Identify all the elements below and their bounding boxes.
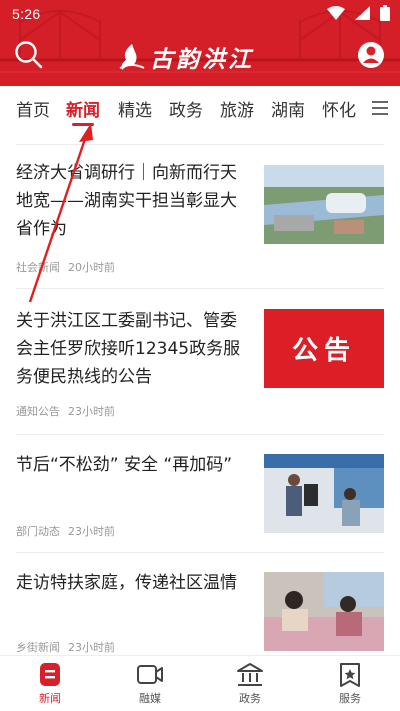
- nav-item-news[interactable]: 新闻: [20, 662, 80, 706]
- news-time: 23小时前: [68, 405, 115, 418]
- news-time: 23小时前: [68, 525, 115, 538]
- news-meta: 通知公告 23小时前: [16, 403, 115, 419]
- service-star-icon: [340, 663, 360, 687]
- logo-mark-icon: [119, 44, 145, 70]
- tab-home[interactable]: 首页: [16, 96, 50, 121]
- list-item[interactable]: 关于洪江区工委副书记、管委会主任罗欣接听12345政务服务便民热线的公告 通知公…: [16, 288, 384, 434]
- tab-government[interactable]: 政务: [169, 96, 203, 121]
- government-building-icon: [237, 663, 263, 686]
- tab-featured[interactable]: 精选: [118, 96, 152, 121]
- news-thumbnail-image[interactable]: [264, 165, 384, 244]
- category-tabs: 首页 新闻 精选 政务 旅游 湖南 怀化: [0, 86, 400, 132]
- nav-item-media[interactable]: 融媒: [120, 662, 180, 706]
- battery-icon: [380, 5, 390, 21]
- news-category: 社会新闻: [16, 261, 60, 274]
- news-category: 乡街新闻: [16, 641, 60, 654]
- app-header: 5:26 古韵洪江: [0, 0, 400, 86]
- list-item[interactable]: 节后“不松劲” 安全 “再加码” 部门动态 23小时前: [16, 434, 384, 552]
- news-category: 部门动态: [16, 525, 60, 538]
- news-meta: 社会新闻 20小时前: [16, 259, 115, 275]
- news-time: 20小时前: [68, 261, 115, 274]
- video-camera-icon: [137, 665, 163, 684]
- news-icon: [40, 663, 60, 686]
- signal-icon: [355, 6, 370, 20]
- tab-huaihua[interactable]: 怀化: [322, 96, 356, 121]
- nav-label: 新闻: [39, 692, 61, 705]
- active-tab-indicator: [72, 123, 94, 126]
- menu-lines-icon[interactable]: [372, 101, 388, 115]
- notice-thumbnail[interactable]: 公告: [264, 309, 384, 388]
- wifi-icon: [327, 6, 345, 20]
- news-meta: 乡街新闻 23小时前: [16, 639, 115, 655]
- news-title[interactable]: 关于洪江区工委副书记、管委会主任罗欣接听12345政务服务便民热线的公告: [16, 307, 248, 391]
- bottom-navigation: 新闻 融媒 政务 服务: [0, 655, 400, 711]
- app-logo: 古韵洪江: [118, 40, 288, 74]
- nav-item-service[interactable]: 服务: [320, 662, 380, 706]
- list-item[interactable]: 经济大省调研行｜向新而行天地宽——湖南实干担当彰显大省作为 社会新闻 20小时前: [16, 144, 384, 288]
- news-title[interactable]: 走访特扶家庭，传递社区温情: [16, 569, 248, 597]
- news-time: 23小时前: [68, 641, 115, 654]
- news-meta: 部门动态 23小时前: [16, 523, 115, 539]
- list-item[interactable]: 走访特扶家庭，传递社区温情 乡街新闻 23小时前: [16, 552, 384, 655]
- tab-hunan[interactable]: 湖南: [271, 96, 305, 121]
- news-thumbnail-image[interactable]: [264, 454, 384, 533]
- app-title: 古韵洪江: [150, 46, 254, 73]
- tab-tourism[interactable]: 旅游: [220, 96, 254, 121]
- search-icon[interactable]: [14, 40, 44, 70]
- status-time: 5:26: [12, 6, 41, 22]
- nav-label: 服务: [339, 692, 361, 705]
- news-category: 通知公告: [16, 405, 60, 418]
- status-bar: 5:26: [0, 0, 400, 28]
- tab-news[interactable]: 新闻: [66, 96, 100, 121]
- news-thumbnail-image[interactable]: [264, 572, 384, 651]
- notice-thumbnail-label: 公告: [291, 336, 356, 366]
- nav-label: 融媒: [139, 692, 161, 705]
- news-title[interactable]: 节后“不松劲” 安全 “再加码”: [16, 451, 248, 479]
- news-title[interactable]: 经济大省调研行｜向新而行天地宽——湖南实干担当彰显大省作为: [16, 159, 248, 243]
- nav-label: 政务: [239, 692, 261, 705]
- nav-item-government[interactable]: 政务: [220, 662, 280, 706]
- user-profile-icon[interactable]: [356, 40, 386, 70]
